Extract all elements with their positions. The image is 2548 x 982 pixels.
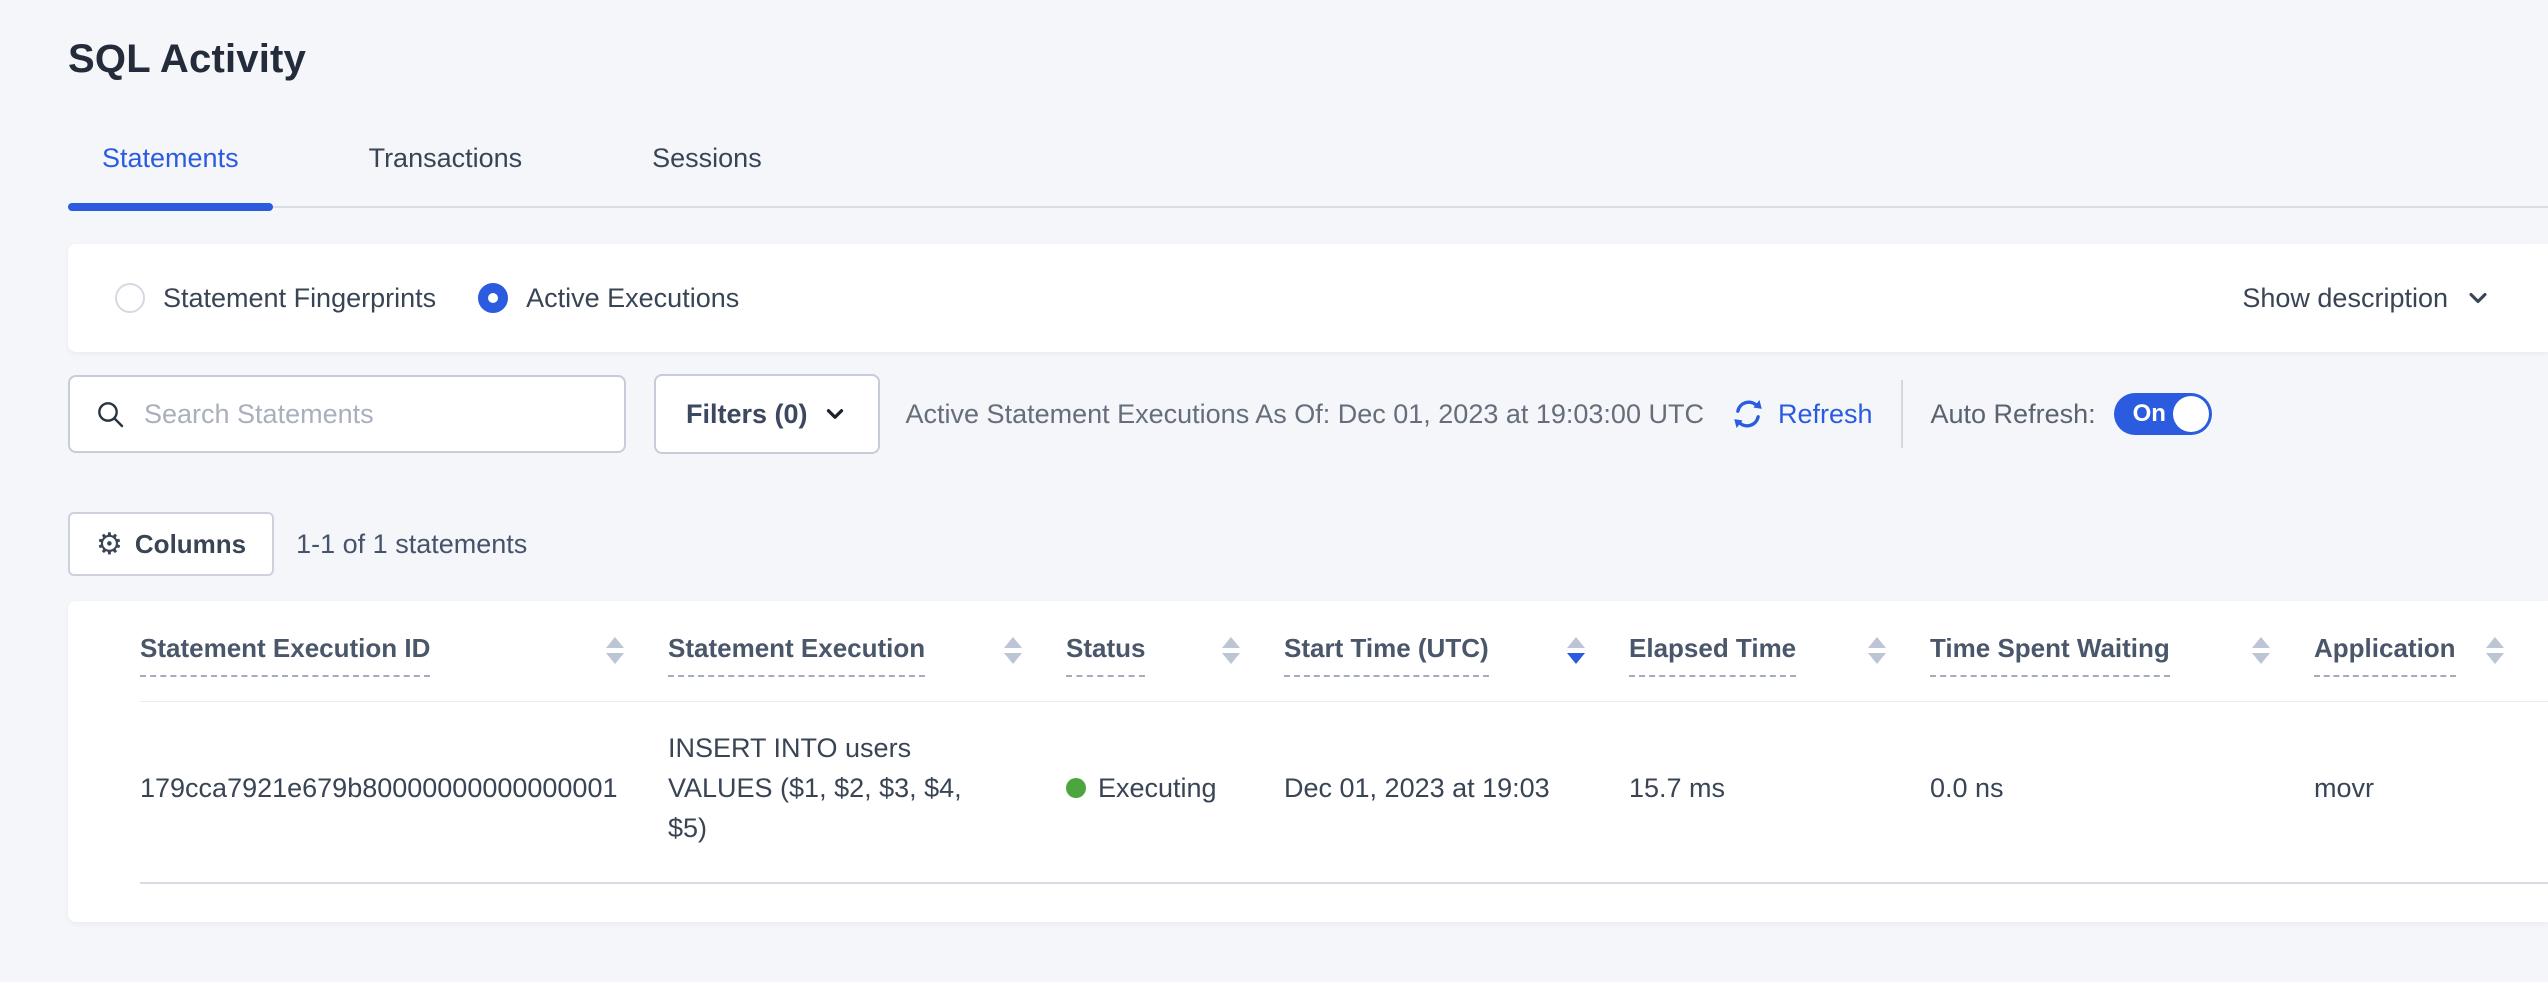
refresh-label: Refresh — [1778, 399, 1873, 430]
column-header-application[interactable]: Application — [2314, 631, 2548, 677]
search-box[interactable] — [68, 375, 626, 453]
results-bar: ⚙ Columns 1-1 of 1 statements — [68, 512, 2548, 576]
auto-refresh-toggle[interactable]: On — [2114, 393, 2212, 435]
tab-sessions[interactable]: Sessions — [618, 140, 796, 206]
show-description-toggle[interactable]: Show description — [2242, 283, 2492, 314]
columns-button[interactable]: ⚙ Columns — [68, 512, 274, 576]
cell-elapsed-time: 15.7 ms — [1629, 773, 1930, 804]
controls-row: Filters (0) Active Statement Executions … — [68, 374, 2548, 454]
column-header-status[interactable]: Status — [1066, 631, 1284, 677]
table-row[interactable]: 179cca7921e679b80000000000000001 INSERT … — [140, 702, 2548, 884]
radio-unselected-icon[interactable] — [115, 283, 145, 313]
sort-arrows-icon[interactable] — [2252, 631, 2270, 664]
tab-bar: Statements Transactions Sessions — [68, 140, 2548, 208]
sort-arrows-icon[interactable] — [606, 631, 624, 664]
status-label: Executing — [1098, 773, 1217, 804]
sort-arrows-icon[interactable] — [1222, 631, 1240, 664]
refresh-icon — [1730, 396, 1766, 432]
chevron-down-icon — [2464, 284, 2492, 312]
toggle-knob[interactable] — [2173, 396, 2209, 432]
cell-status: Executing — [1066, 773, 1284, 804]
cell-start-time: Dec 01, 2023 at 19:03 — [1284, 773, 1629, 804]
cell-application: movr — [2314, 773, 2548, 804]
column-header-start-time[interactable]: Start Time (UTC) — [1284, 631, 1629, 677]
vertical-divider — [1901, 380, 1903, 448]
refresh-button[interactable]: Refresh — [1730, 396, 1873, 432]
tab-statements[interactable]: Statements — [68, 140, 273, 206]
as-of-timestamp: Active Statement Executions As Of: Dec 0… — [906, 399, 1704, 430]
status-dot-icon — [1066, 778, 1086, 798]
cell-execution-id[interactable]: 179cca7921e679b80000000000000001 — [140, 773, 668, 804]
tab-transactions[interactable]: Transactions — [335, 140, 557, 206]
table-header-row: Statement Execution ID Statement Executi… — [140, 601, 2548, 702]
sort-arrows-icon[interactable] — [2486, 631, 2504, 664]
show-description-label: Show description — [2242, 283, 2448, 314]
columns-label: Columns — [135, 529, 246, 560]
cell-statement[interactable]: INSERT INTO users VALUES ($1, $2, $3, $4… — [668, 728, 1013, 848]
radio-statement-fingerprints[interactable]: Statement Fingerprints — [115, 283, 436, 314]
sql-activity-page: SQL Activity Statements Transactions Ses… — [0, 34, 2548, 982]
view-mode-card: Statement Fingerprints Active Executions… — [68, 244, 2548, 352]
chevron-down-icon — [822, 401, 848, 427]
column-header-statement-execution-id[interactable]: Statement Execution ID — [140, 631, 668, 677]
column-header-statement-execution[interactable]: Statement Execution — [668, 631, 1066, 677]
filters-button[interactable]: Filters (0) — [654, 374, 880, 454]
search-icon — [94, 398, 126, 430]
radio-active-executions[interactable]: Active Executions — [478, 283, 739, 314]
result-count: 1-1 of 1 statements — [296, 529, 527, 560]
auto-refresh-label: Auto Refresh: — [1931, 399, 2096, 430]
gear-icon: ⚙ — [96, 527, 123, 562]
radio-selected-icon[interactable] — [478, 283, 508, 313]
column-header-time-spent-waiting[interactable]: Time Spent Waiting — [1930, 631, 2314, 677]
sort-arrows-icon[interactable] — [1868, 631, 1886, 664]
toggle-state-label: On — [2133, 400, 2166, 428]
page-title: SQL Activity — [68, 34, 2548, 84]
radio-label: Active Executions — [526, 283, 739, 314]
statements-table: Statement Execution ID Statement Executi… — [68, 601, 2548, 922]
column-header-elapsed-time[interactable]: Elapsed Time — [1629, 631, 1930, 677]
sort-arrows-icon[interactable] — [1567, 631, 1585, 664]
radio-label: Statement Fingerprints — [163, 283, 436, 314]
search-input[interactable] — [144, 399, 604, 430]
filters-label: Filters (0) — [686, 399, 808, 430]
cell-time-spent-waiting: 0.0 ns — [1930, 773, 2314, 804]
sort-arrows-icon[interactable] — [1004, 631, 1022, 664]
